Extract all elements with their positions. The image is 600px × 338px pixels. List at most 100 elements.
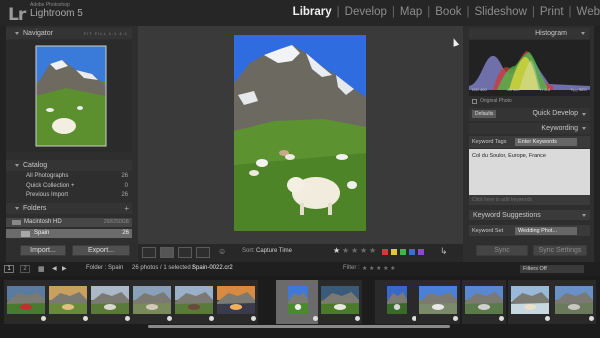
filmstrip-thumbnail[interactable] [88, 280, 132, 324]
filmstrip-thumbnail[interactable] [416, 280, 460, 324]
module-slideshow[interactable]: Slideshow [474, 6, 526, 18]
module-separator: | [336, 6, 340, 18]
module-develop[interactable]: Develop [345, 6, 387, 18]
back-arrow-icon[interactable]: ◀ [52, 265, 57, 272]
main-photo[interactable] [234, 35, 366, 231]
color-label-green[interactable] [400, 249, 406, 255]
folder-count: 26 [122, 230, 129, 236]
folder-row-spain[interactable]: Spain 26 [6, 229, 132, 238]
sync-button[interactable]: Sync [476, 245, 528, 256]
filmstrip-thumbnail[interactable] [375, 280, 419, 324]
navigator-preview[interactable] [6, 40, 132, 152]
original-photo-label: Original Photo [480, 98, 512, 104]
star-icon[interactable]: ★ [351, 246, 358, 255]
module-book[interactable]: Book [435, 6, 461, 18]
forward-arrow-icon[interactable]: ▶ [62, 265, 67, 272]
catalog-item-label: Quick Collection + [26, 183, 75, 189]
collapse-icon [15, 32, 19, 35]
grid-icon[interactable]: ▦ [38, 265, 45, 273]
folder-label: Spain [34, 230, 50, 236]
color-label-purple[interactable] [418, 249, 424, 255]
keyword-tags-label: Keyword Tags [472, 139, 507, 145]
catalog-item-label: All Photographs [26, 173, 69, 179]
filmstrip-thumbnail[interactable] [552, 280, 596, 324]
add-keywords-input[interactable]: Click here to add keywords [469, 195, 590, 205]
badge-icon[interactable] [251, 316, 256, 321]
saved-preset-select[interactable]: Defaults [472, 110, 496, 118]
rotate-icon[interactable]: ↳ [440, 246, 448, 257]
module-library[interactable]: Library [293, 6, 332, 18]
color-label-red[interactable] [382, 249, 388, 255]
focal-length-value: 28 mm [507, 87, 520, 92]
histogram-title: Histogram [535, 30, 567, 37]
module-print[interactable]: Print [540, 6, 564, 18]
quick-develop-header[interactable]: Defaults Quick Develop [469, 108, 590, 121]
filmstrip-thumbnail[interactable] [276, 280, 320, 324]
original-photo-checkbox[interactable] [472, 99, 477, 104]
filter-select[interactable]: Filters Off [520, 265, 584, 273]
module-web[interactable]: Web [577, 6, 600, 18]
filmstrip-thumbnail[interactable] [318, 280, 362, 324]
grid-view-icon[interactable] [142, 247, 156, 258]
badge-icon[interactable] [453, 316, 458, 321]
module-separator: | [568, 6, 572, 18]
survey-view-icon[interactable] [196, 247, 210, 258]
loupe-view-icon[interactable] [160, 247, 174, 258]
keyword-tags-value: Col du Soulor, Europe, France [472, 153, 546, 159]
color-label-yellow[interactable] [391, 249, 397, 255]
main-window-button[interactable]: 1 [4, 265, 14, 273]
star-filter-icon[interactable]: ★ ★ ★ ★ ★ [362, 265, 396, 272]
folders-header[interactable]: Folders + [6, 203, 132, 214]
source-folder[interactable]: Folder : Spain [86, 265, 123, 271]
sort-select[interactable]: Capture Time [256, 248, 292, 254]
keywording-header[interactable]: Keywording [469, 123, 590, 134]
keyword-suggestions-header[interactable]: Keyword Suggestions [469, 210, 590, 220]
histogram-header[interactable]: Histogram [469, 28, 589, 39]
volume-row[interactable]: Macintosh HD 268/250GB [6, 218, 132, 227]
navigator-zoom-options[interactable]: FIT FILL 1:1 4:1 [84, 28, 128, 39]
filmstrip-thumbnail[interactable] [508, 280, 552, 324]
filmstrip-thumbnail[interactable] [130, 280, 174, 324]
badge-icon[interactable] [589, 316, 594, 321]
filmstrip-thumbnail[interactable] [172, 280, 216, 324]
filmstrip-thumbnail[interactable] [46, 280, 90, 324]
catalog-header[interactable]: Catalog [6, 160, 132, 171]
badge-icon[interactable] [499, 316, 504, 321]
keyword-tags-select[interactable]: Enter Keywords [515, 138, 577, 146]
star-icon[interactable]: ★ [369, 246, 376, 255]
filmstrip-thumbnail[interactable] [214, 280, 258, 324]
collapse-icon [581, 32, 585, 35]
shutter-value: ¹⁄₄₀₀ SEC [570, 87, 587, 92]
sync-settings-button[interactable]: Sync Settings [533, 245, 587, 256]
star-icon[interactable]: ★ [342, 246, 349, 255]
import-button[interactable]: Import... [20, 245, 66, 256]
module-map[interactable]: Map [400, 6, 422, 18]
right-panel-edge[interactable] [594, 26, 600, 262]
filmstrip-thumbnail[interactable] [462, 280, 506, 324]
keyword-set-row: Keyword Set Wedding Phot... [469, 225, 590, 236]
color-label-blue[interactable] [409, 249, 415, 255]
histogram-exif-info: ISO 400 28 mm f / 8.0 ¹⁄₄₀₀ SEC [472, 87, 587, 92]
filmstrip-scrollbar[interactable] [148, 325, 450, 328]
catalog-item-count: 26 [121, 173, 128, 179]
catalog-item-previous-import[interactable]: Previous Import 26 [26, 192, 130, 198]
badge-icon[interactable] [355, 316, 360, 321]
module-separator: | [391, 6, 395, 18]
second-window-button[interactable]: 2 [20, 265, 30, 273]
star-icon[interactable]: ★ [333, 246, 340, 255]
navigator-header[interactable]: Navigator FIT FILL 1:1 4:1 [6, 28, 132, 39]
star-icon[interactable]: ★ [360, 246, 367, 255]
filmstrip-thumbnail[interactable] [4, 280, 48, 324]
compare-view-icon[interactable] [178, 247, 192, 258]
catalog-item-quick-collection[interactable]: Quick Collection + 0 [26, 183, 130, 189]
library-toolbar: ☺ Sort: Capture Time ★ ★ ★ ★ ★ ↳ [138, 244, 463, 262]
keyword-set-select[interactable]: Wedding Phot... [515, 227, 577, 235]
current-filename[interactable]: Spain-0022.cr2 [192, 265, 233, 271]
badge-icon[interactable] [545, 316, 550, 321]
add-folder-button[interactable]: + [124, 203, 129, 214]
loupe-view[interactable] [138, 26, 463, 244]
people-view-icon[interactable]: ☺ [218, 247, 230, 258]
catalog-item-all-photographs[interactable]: All Photographs 26 [26, 173, 130, 179]
thumbnail-image [465, 286, 503, 314]
export-button[interactable]: Export... [72, 245, 130, 256]
